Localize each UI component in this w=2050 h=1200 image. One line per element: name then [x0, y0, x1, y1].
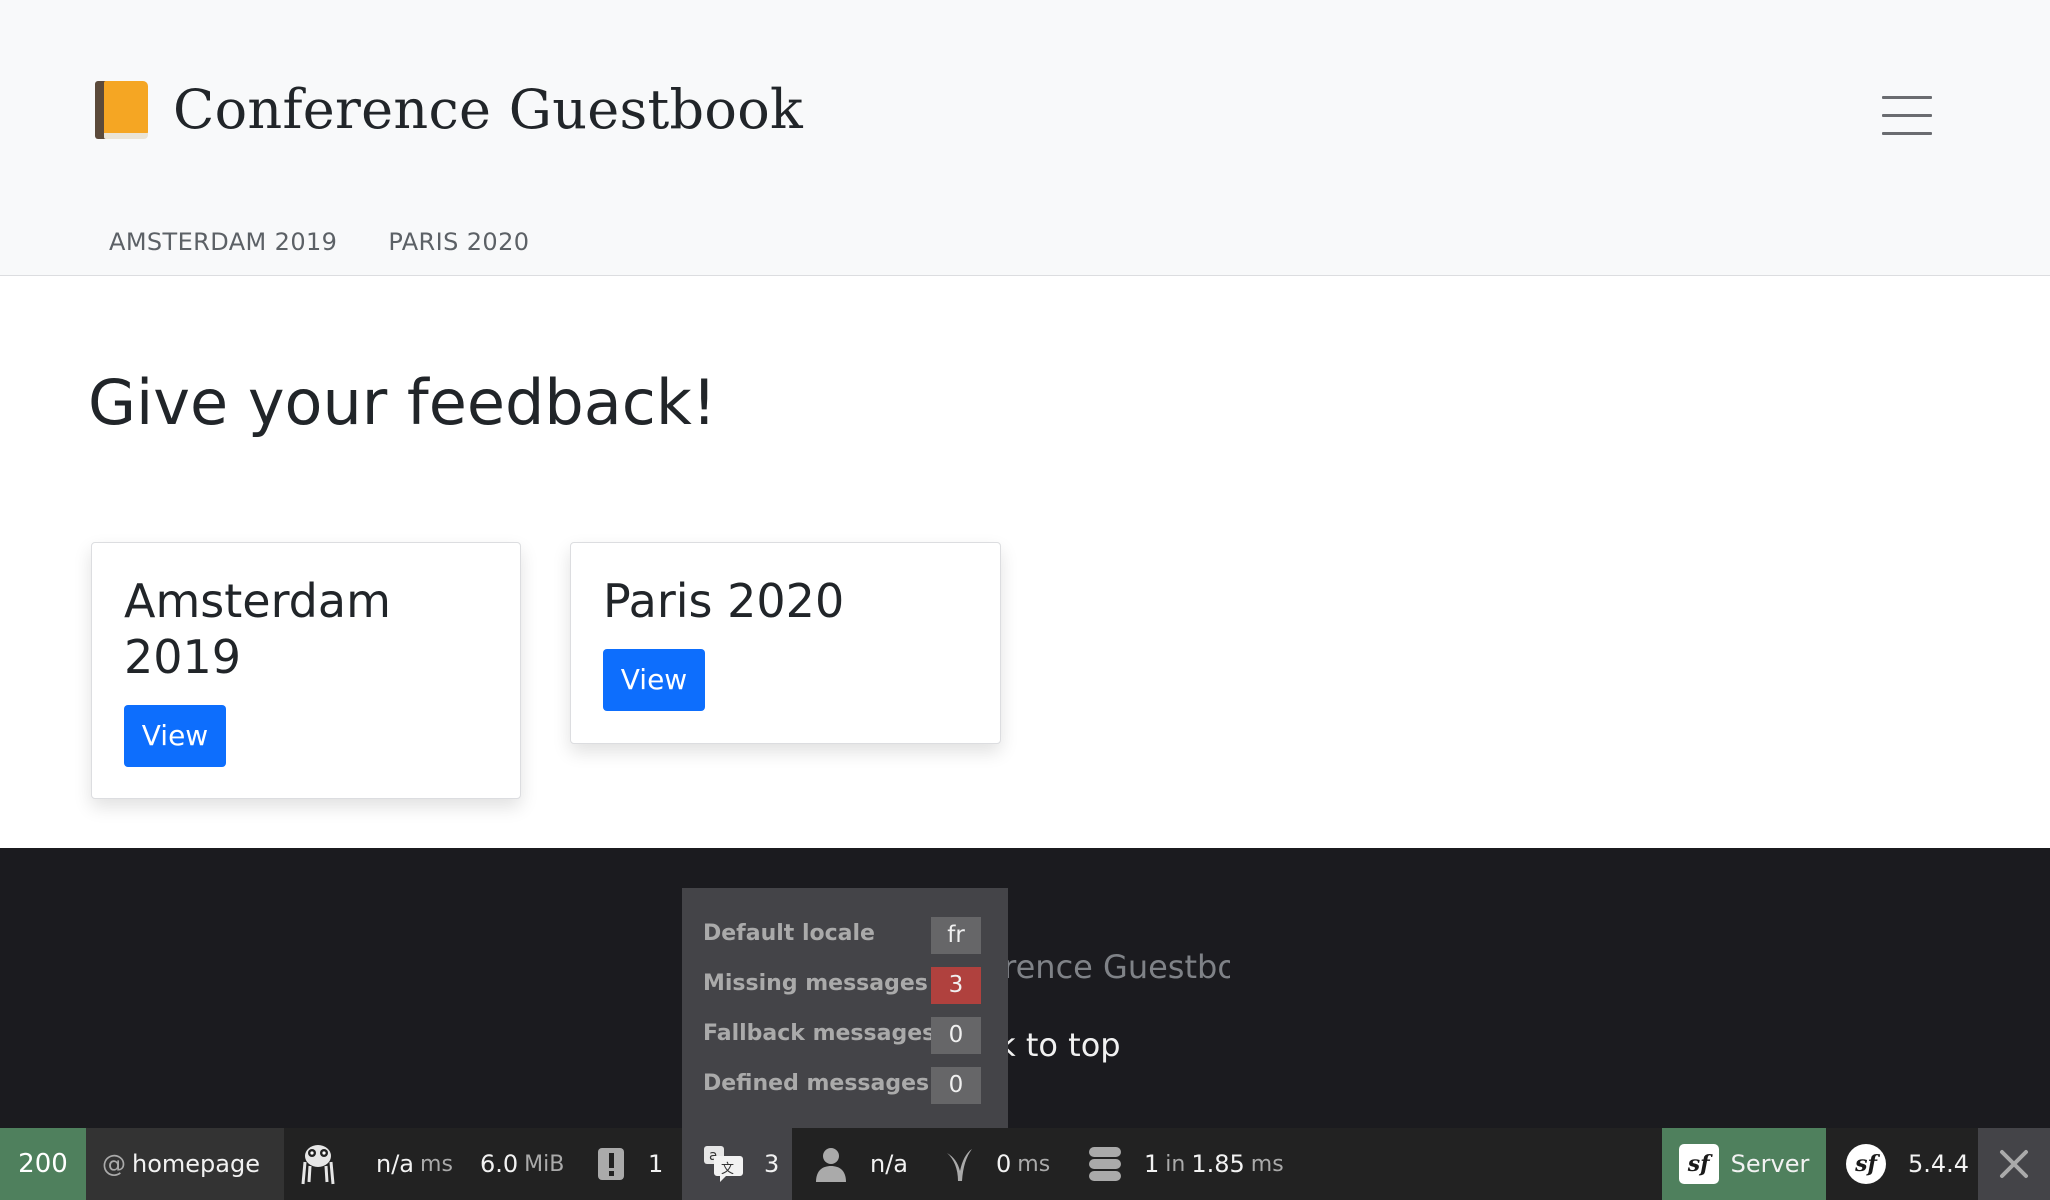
site-header: Conference Guestbook AMSTERDAM 2019 PARI…: [0, 0, 2050, 276]
conference-card-paris-2020: Paris 2020 View: [570, 542, 1001, 744]
conference-card-amsterdam-2019: Amsterdam 2019 View: [91, 542, 521, 799]
twig-time: 0: [996, 1150, 1012, 1178]
row-label: Default locale: [703, 921, 875, 946]
status-code-badge[interactable]: 200: [0, 1128, 86, 1200]
request-time-item[interactable]: n/a ms: [376, 1128, 453, 1200]
missing-messages-value: 3: [931, 967, 981, 1004]
site-footer: Conference Guestbook Back to top: [0, 848, 2050, 1128]
nav-link-amsterdam-2019[interactable]: AMSTERDAM 2019: [109, 228, 337, 256]
defined-messages-row[interactable]: Defined messages 0: [703, 1067, 993, 1104]
route-name: homepage: [132, 1150, 260, 1178]
db-in: in: [1165, 1151, 1186, 1177]
time-value: n/a: [376, 1150, 415, 1178]
twig-item[interactable]: 0 ms: [944, 1128, 1050, 1200]
card-title: Paris 2020: [603, 574, 845, 628]
close-toolbar-button[interactable]: [1978, 1128, 2050, 1200]
defined-messages-value: 0: [931, 1067, 981, 1104]
svg-text:文: 文: [721, 1162, 734, 1177]
conference-nav: AMSTERDAM 2019 PARIS 2020: [109, 228, 529, 256]
user-icon: [814, 1146, 848, 1182]
twig-unit: ms: [1017, 1151, 1051, 1177]
card-title: Amsterdam 2019: [124, 574, 391, 684]
user-value: n/a: [870, 1150, 909, 1178]
twig-icon: [944, 1145, 974, 1183]
translation-count: 3: [764, 1150, 780, 1178]
database-icon: [1088, 1146, 1122, 1182]
memory-item[interactable]: 6.0 MiB: [480, 1128, 564, 1200]
server-label: Server: [1730, 1150, 1810, 1178]
row-label: Missing messages: [703, 971, 928, 996]
translation-icon: a 文: [702, 1144, 744, 1184]
page-title: Give your feedback!: [88, 366, 717, 439]
db-unit: ms: [1250, 1151, 1284, 1177]
server-item[interactable]: sf Server: [1662, 1128, 1826, 1200]
route-item[interactable]: @ homepage: [86, 1128, 284, 1200]
footer-brand: Conference Guestbook: [990, 948, 1230, 986]
symfony-logo-icon: sf: [1846, 1144, 1886, 1184]
memory-value: 6.0: [480, 1150, 519, 1178]
translation-item[interactable]: a 文 3: [682, 1128, 792, 1200]
brand[interactable]: Conference Guestbook: [95, 78, 803, 141]
db-time: 1.85: [1191, 1150, 1245, 1178]
missing-messages-row[interactable]: Missing messages 3: [703, 967, 993, 1004]
book-icon: [95, 79, 151, 141]
memory-unit: MiB: [524, 1151, 565, 1177]
database-item[interactable]: 1 in 1.85 ms: [1088, 1128, 1284, 1200]
close-icon: [2000, 1150, 2028, 1178]
debug-toolbar: 200 @ homepage n/a ms 6.0 MiB 1 a 文 3 n/…: [0, 1128, 2050, 1200]
nav-link-paris-2020[interactable]: PARIS 2020: [388, 228, 529, 256]
translation-panel: Default locale fr Missing messages 3 Fal…: [682, 888, 1008, 1128]
row-label: Defined messages: [703, 1071, 930, 1096]
row-label: Fallback messages: [703, 1021, 936, 1046]
symfony-version-item[interactable]: sf 5.4.4: [1846, 1128, 1969, 1200]
ghost-icon[interactable]: [294, 1128, 342, 1200]
default-locale-value: fr: [931, 917, 981, 954]
default-locale-row: Default locale fr: [703, 917, 993, 954]
fallback-messages-row[interactable]: Fallback messages 0: [703, 1017, 993, 1054]
view-button[interactable]: View: [603, 649, 705, 711]
view-button[interactable]: View: [124, 705, 226, 767]
brand-title[interactable]: Conference Guestbook: [173, 78, 803, 141]
logs-item[interactable]: 1: [596, 1128, 663, 1200]
security-item[interactable]: n/a: [814, 1128, 908, 1200]
route-prefix: @: [102, 1150, 126, 1178]
fallback-messages-value: 0: [931, 1017, 981, 1054]
symfony-version: 5.4.4: [1908, 1150, 1970, 1178]
log-count: 1: [648, 1150, 664, 1178]
time-unit: ms: [420, 1151, 453, 1177]
db-query-count: 1: [1144, 1150, 1160, 1178]
exclamation-icon: [596, 1146, 626, 1182]
symfony-logo-icon: sf: [1678, 1144, 1719, 1184]
hamburger-menu-icon[interactable]: [1882, 96, 1932, 136]
